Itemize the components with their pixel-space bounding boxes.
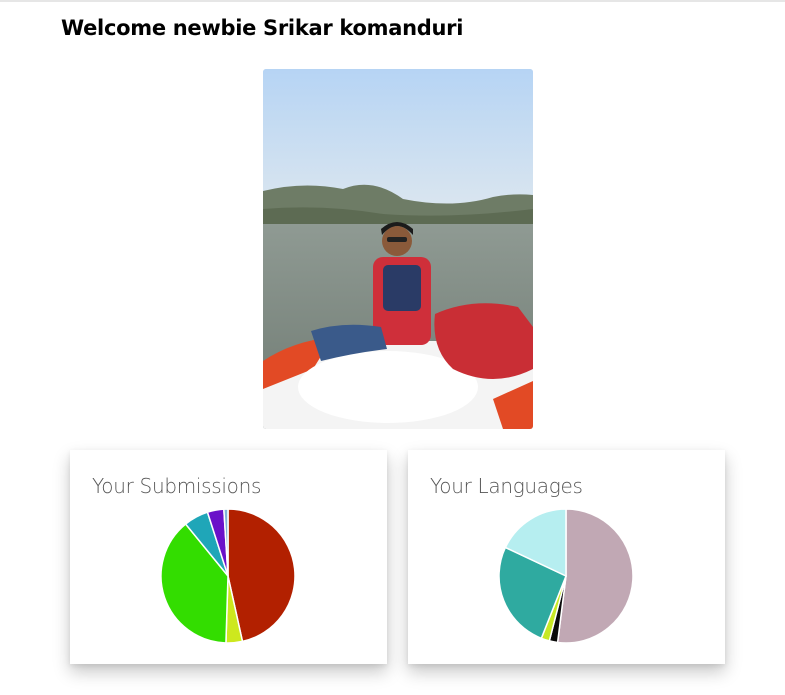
languages-pie-slice-0[interactable] xyxy=(556,508,634,644)
top-border xyxy=(0,0,785,2)
submissions-card: Your Submissions xyxy=(70,450,387,664)
submissions-card-title: Your Submissions xyxy=(92,474,262,498)
submissions-pie-chart xyxy=(160,508,296,644)
languages-card: Your Languages xyxy=(408,450,725,664)
profile-photo xyxy=(263,69,533,429)
welcome-heading: Welcome newbie Srikar komanduri xyxy=(61,16,464,40)
languages-card-title: Your Languages xyxy=(430,474,583,498)
languages-pie-chart xyxy=(498,508,634,644)
